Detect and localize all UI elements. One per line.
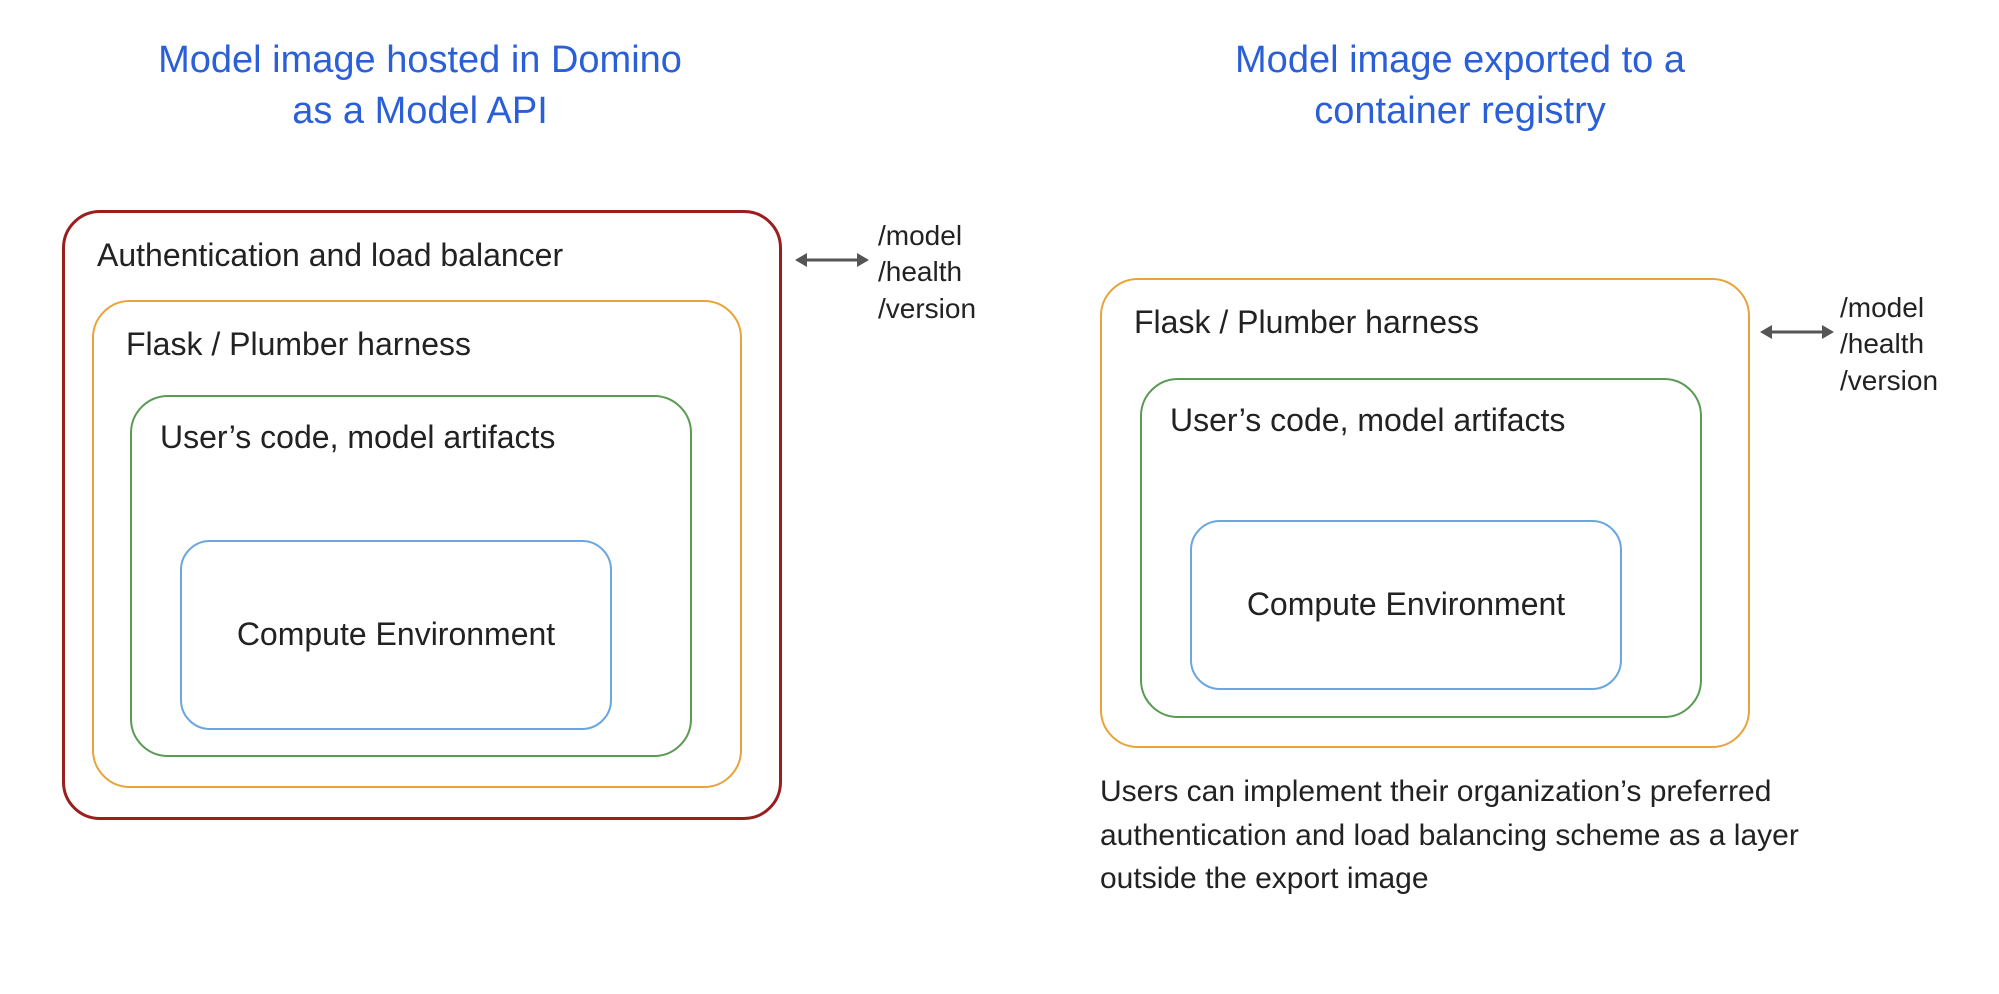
left-title: Model image hosted in Domino as a Model … <box>60 35 780 138</box>
endpoint-version: /version <box>1840 363 1938 399</box>
left-double-arrow-icon <box>795 248 869 272</box>
right-title: Model image exported to a container regi… <box>1100 35 1820 138</box>
left-title-line2: as a Model API <box>292 90 548 132</box>
left-compute-env-box: Compute Environment <box>180 540 612 730</box>
endpoint-model: /model <box>878 218 976 254</box>
left-auth-label: Authentication and load balancer <box>97 235 563 277</box>
left-endpoints: /model /health /version <box>878 218 976 327</box>
diagram-canvas: Model image hosted in Domino as a Model … <box>0 0 1999 994</box>
endpoint-model: /model <box>1840 290 1938 326</box>
endpoint-health: /health <box>1840 326 1938 362</box>
left-user-code-label: User’s code, model artifacts <box>160 417 590 459</box>
right-harness-label: Flask / Plumber harness <box>1134 302 1479 344</box>
endpoint-health: /health <box>878 254 976 290</box>
right-title-line1: Model image exported to a <box>1235 39 1685 81</box>
left-harness-label: Flask / Plumber harness <box>126 324 471 366</box>
right-compute-env-label: Compute Environment <box>1192 584 1620 626</box>
left-title-line1: Model image hosted in Domino <box>158 39 682 81</box>
right-endpoints: /model /health /version <box>1840 290 1938 399</box>
right-user-code-label: User’s code, model artifacts <box>1170 400 1600 442</box>
right-compute-env-box: Compute Environment <box>1190 520 1622 690</box>
right-title-line2: container registry <box>1314 90 1605 132</box>
left-compute-env-label: Compute Environment <box>182 614 610 656</box>
right-caption: Users can implement their organization’s… <box>1100 770 1800 901</box>
right-double-arrow-icon <box>1760 320 1834 344</box>
endpoint-version: /version <box>878 291 976 327</box>
